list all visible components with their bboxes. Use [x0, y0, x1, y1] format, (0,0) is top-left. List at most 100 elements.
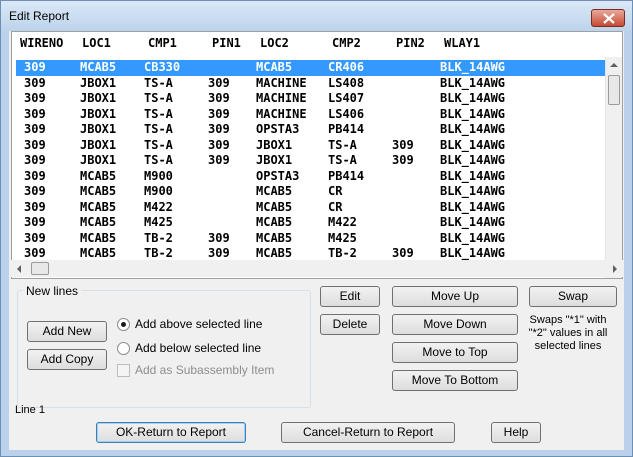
cell-loc1: MCAB5: [80, 60, 117, 74]
edit-button[interactable]: Edit: [320, 286, 380, 307]
radio-above-indicator[interactable]: [117, 318, 130, 331]
delete-button[interactable]: Delete: [320, 314, 380, 335]
cell-wireno: 309: [24, 60, 46, 74]
help-button[interactable]: Help: [491, 422, 541, 443]
cell-wlay1: BLK_14AWG: [440, 246, 506, 260]
cell-wlay1: BLK_14AWG: [440, 199, 506, 214]
cell-cmp2: TS-A: [328, 153, 357, 167]
cell-wireno: 309: [24, 153, 46, 167]
cell-loc1: MCAB5: [80, 230, 117, 245]
vertical-scrollbar[interactable]: [605, 57, 622, 278]
cell-wireno: 309: [24, 75, 46, 90]
cell-cmp2: PB414: [328, 122, 365, 136]
scroll-left-arrow-icon[interactable]: [17, 265, 21, 273]
cell-loc1: MCAB5: [80, 168, 117, 183]
cell-wireno: 309: [24, 246, 46, 260]
table-row[interactable]: 309 MCAB5 CB330 MCAB5 CR406 BLK_14AWG: [16, 60, 608, 76]
cell-loc1: MCAB5: [80, 184, 117, 198]
edit-report-window: Edit Report WIRENO LOC1 CMP1 PIN1 LOC2 C…: [0, 0, 633, 457]
move-up-button[interactable]: Move Up: [392, 286, 518, 307]
add-below-label: Add below selected line: [135, 341, 262, 355]
cell-pin1: 309: [208, 106, 230, 121]
cell-wlay1: BLK_14AWG: [440, 230, 506, 245]
col-header-pin2: PIN2: [396, 36, 425, 50]
radio-below-indicator[interactable]: [117, 342, 130, 355]
cell-pin1: 309: [208, 230, 230, 245]
cell-pin1: 309: [208, 91, 230, 105]
table-row[interactable]: 309 MCAB5 M425 MCAB5 M422 BLK_14AWG: [16, 215, 608, 231]
cell-wlay1: BLK_14AWG: [440, 122, 506, 136]
cell-wireno: 309: [24, 91, 46, 105]
cell-wlay1: BLK_14AWG: [440, 137, 506, 152]
table-row[interactable]: 309 JBOX1 TS-A 309 JBOX1 TS-A 309 BLK_14AWG: [16, 153, 608, 169]
cell-cmp2: TB-2: [328, 246, 357, 260]
move-down-button[interactable]: Move Down: [392, 314, 518, 335]
cell-pin2: 309: [392, 246, 414, 260]
table-row[interactable]: 309 JBOX1 TS-A 309 JBOX1 TS-A 309 BLK_14AWG: [16, 138, 608, 154]
table-row[interactable]: 309 JBOX1 TS-A 309 OPSTA3 PB414 BLK_14AWG: [16, 122, 608, 138]
cell-wireno: 309: [24, 230, 46, 245]
move-to-bottom-button[interactable]: Move To Bottom: [392, 370, 518, 391]
cell-loc1: JBOX1: [80, 75, 117, 90]
cell-cmp1: M900: [144, 168, 173, 183]
title-bar[interactable]: Edit Report: [1, 1, 632, 31]
cell-wireno: 309: [24, 215, 46, 229]
cell-cmp1: TS-A: [144, 91, 173, 105]
add-new-button[interactable]: Add New: [27, 321, 107, 342]
scroll-right-arrow-icon[interactable]: [613, 265, 617, 273]
close-icon: [603, 13, 615, 24]
cell-loc2: MACHINE: [256, 75, 307, 90]
cell-cmp1: TS-A: [144, 153, 173, 167]
cell-pin1: 309: [208, 153, 230, 167]
table-row[interactable]: 309 JBOX1 TS-A 309 MACHINE LS406 BLK_14AWG: [16, 107, 608, 123]
cell-cmp1: TB-2: [144, 230, 173, 245]
cell-cmp1: M900: [144, 184, 173, 198]
cell-loc1: MCAB5: [80, 215, 117, 229]
dialog-body: WIRENO LOC1 CMP1 PIN1 LOC2 CMP2 PIN2 WLA…: [9, 31, 624, 450]
add-copy-button[interactable]: Add Copy: [27, 349, 107, 370]
scroll-up-arrow-icon[interactable]: [610, 63, 618, 67]
close-button[interactable]: [591, 9, 625, 27]
table-row[interactable]: 309 MCAB5 M900 MCAB5 CR BLK_14AWG: [16, 184, 608, 200]
cell-cmp2: LS408: [328, 75, 365, 90]
subassembly-checkbox-box[interactable]: [117, 364, 130, 377]
swap-description: Swaps "*1" with "*2" values in all selec…: [528, 314, 608, 352]
wire-list[interactable]: WIRENO LOC1 CMP1 PIN1 LOC2 CMP2 PIN2 WLA…: [11, 31, 623, 279]
cell-loc2: MCAB5: [256, 246, 293, 260]
table-row[interactable]: 309 MCAB5 M900 OPSTA3 PB414 BLK_14AWG: [16, 169, 608, 185]
table-row[interactable]: 309 JBOX1 TS-A 309 MACHINE LS408 BLK_14AWG: [16, 76, 608, 92]
cell-wireno: 309: [24, 106, 46, 121]
cell-cmp1: M425: [144, 215, 173, 229]
cell-wlay1: BLK_14AWG: [440, 106, 506, 121]
vertical-scroll-thumb[interactable]: [608, 75, 620, 105]
horizontal-scroll-thumb[interactable]: [31, 262, 49, 275]
cell-pin1: 309: [208, 246, 230, 260]
cell-cmp1: CB330: [144, 60, 181, 74]
window-title: Edit Report: [9, 9, 70, 23]
cell-wireno: 309: [24, 168, 46, 183]
col-header-cmp1: CMP1: [148, 36, 177, 50]
cell-wlay1: BLK_14AWG: [440, 91, 506, 105]
cell-cmp1: TB-2: [144, 246, 173, 260]
cell-loc2: OPSTA3: [256, 168, 300, 183]
cancel-return-button[interactable]: Cancel-Return to Report: [281, 422, 455, 443]
list-rows: 309 MCAB5 CB330 MCAB5 CR406 BLK_14AWG 309 JBOX1…: [16, 60, 608, 262]
add-above-label: Add above selected line: [135, 317, 263, 331]
table-row[interactable]: 309 MCAB5 M422 MCAB5 CR BLK_14AWG: [16, 200, 608, 216]
table-row[interactable]: 309 JBOX1 TS-A 309 MACHINE LS407 BLK_14AWG: [16, 91, 608, 107]
swap-button[interactable]: Swap: [529, 286, 617, 307]
cell-cmp1: TS-A: [144, 137, 173, 152]
horizontal-scrollbar[interactable]: [11, 260, 623, 277]
cell-cmp2: M422: [328, 215, 357, 229]
ok-return-button[interactable]: OK-Return to Report: [96, 422, 246, 443]
cell-loc2: JBOX1: [256, 153, 293, 167]
cell-cmp2: CR: [328, 184, 343, 198]
cell-cmp1: TS-A: [144, 122, 173, 136]
table-row[interactable]: 309 MCAB5 TB-2 309 MCAB5 M425 BLK_14AWG: [16, 231, 608, 247]
move-to-top-button[interactable]: Move to Top: [392, 342, 518, 363]
cell-pin1: 309: [208, 122, 230, 136]
cell-cmp2: LS406: [328, 106, 365, 121]
subassembly-label: Add as Subassembly Item: [135, 363, 275, 377]
cell-wlay1: BLK_14AWG: [440, 153, 506, 167]
cell-loc1: JBOX1: [80, 91, 117, 105]
